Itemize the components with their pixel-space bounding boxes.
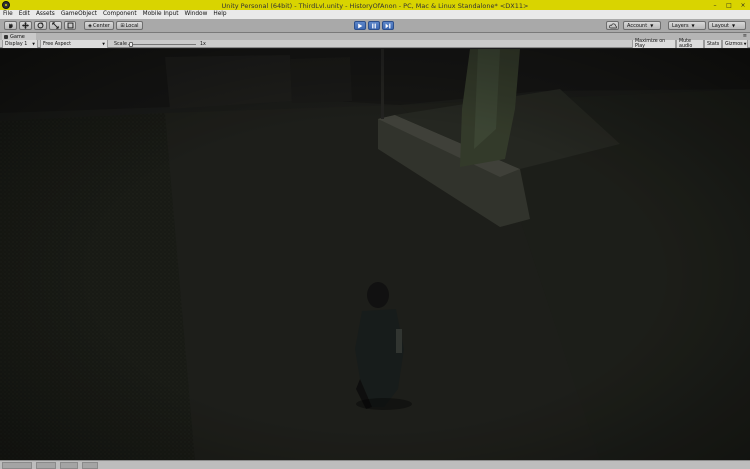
chevron-down-icon: ▼ xyxy=(102,42,105,46)
pivot-icon: ◈ xyxy=(88,22,92,29)
title-bar: Unity Personal (64bit) - ThirdLvl.unity … xyxy=(0,0,750,10)
pause-button[interactable] xyxy=(368,21,380,30)
menu-window[interactable]: Window xyxy=(181,10,210,19)
window-controls: – □ × xyxy=(708,0,750,10)
game-icon xyxy=(4,34,8,39)
cloud-icon xyxy=(608,23,617,28)
step-button[interactable] xyxy=(382,21,394,30)
maximize-button[interactable]: □ xyxy=(722,0,736,10)
gizmos-dropdown[interactable]: Gizmos ▼ xyxy=(722,40,748,48)
game-scene xyxy=(0,49,750,460)
mute-audio-toggle[interactable]: Mute audio xyxy=(676,39,704,49)
play-icon xyxy=(358,23,363,28)
rect-tool-button[interactable] xyxy=(64,21,76,30)
scale-label: Scale xyxy=(114,41,127,47)
pause-icon xyxy=(372,23,376,28)
menu-file[interactable]: File xyxy=(0,10,16,19)
aspect-label: Free Aspect xyxy=(43,41,71,47)
chevron-down-icon: ▼ xyxy=(691,23,695,28)
rotate-icon xyxy=(37,22,44,29)
tab-game[interactable]: Game xyxy=(2,33,36,40)
scale-slider-thumb[interactable] xyxy=(129,41,133,47)
space-toggle[interactable]: ⊞ Local xyxy=(116,21,143,30)
account-dropdown[interactable]: Account ▼ xyxy=(623,21,661,30)
layout-dropdown[interactable]: Layout ▼ xyxy=(708,21,746,30)
scale-value: 1x xyxy=(200,41,206,47)
main-toolbar: ◈ Center ⊞ Local Account ▼ Layers ▼ Layo… xyxy=(0,19,750,33)
scale-icon xyxy=(52,22,59,29)
window-title: Unity Personal (64bit) - ThirdLvl.unity … xyxy=(221,1,529,10)
scale-tool-button[interactable] xyxy=(49,21,62,30)
account-label: Account xyxy=(627,22,648,29)
display-label: Display 1 xyxy=(5,41,28,47)
menu-mobile-input[interactable]: Mobile Input xyxy=(140,10,182,19)
maximize-on-play-toggle[interactable]: Maximize on Play xyxy=(632,39,676,49)
pivot-label: Center xyxy=(93,22,110,29)
layers-label: Layers xyxy=(672,22,689,29)
status-bar xyxy=(0,460,750,469)
pivot-toggle[interactable]: ◈ Center xyxy=(84,21,114,30)
menu-component[interactable]: Component xyxy=(100,10,140,19)
menu-edit[interactable]: Edit xyxy=(16,10,33,19)
aspect-dropdown[interactable]: Free Aspect ▼ xyxy=(40,40,108,48)
status-segment xyxy=(36,462,56,469)
status-segment xyxy=(82,462,98,469)
tab-menu-icon[interactable]: ≡ xyxy=(743,33,747,39)
menu-help[interactable]: Help xyxy=(210,10,229,19)
chevron-down-icon: ▼ xyxy=(32,42,35,46)
chevron-down-icon: ▼ xyxy=(732,23,736,28)
status-segment xyxy=(60,462,78,469)
chevron-down-icon: ▼ xyxy=(743,42,747,46)
minimize-button[interactable]: – xyxy=(708,0,722,10)
stats-toggle[interactable]: Stats xyxy=(704,40,722,48)
gizmos-label: Gizmos xyxy=(725,41,743,47)
game-options-bar: Display 1 ▼ Free Aspect ▼ Scale 1x Maxim… xyxy=(0,39,750,49)
hand-tool-button[interactable] xyxy=(4,21,17,30)
layout-label: Layout xyxy=(712,22,729,29)
move-tool-button[interactable] xyxy=(19,21,32,30)
move-icon xyxy=(22,22,29,29)
chevron-down-icon: ▼ xyxy=(650,23,654,28)
rect-icon xyxy=(67,22,73,29)
tab-game-label: Game xyxy=(10,33,25,40)
close-button[interactable]: × xyxy=(736,0,750,10)
menu-bar: File Edit Assets GameObject Component Mo… xyxy=(0,10,750,19)
layers-dropdown[interactable]: Layers ▼ xyxy=(668,21,706,30)
game-viewport[interactable] xyxy=(0,49,750,460)
space-label: Local xyxy=(125,22,139,29)
scale-slider-track[interactable] xyxy=(128,43,196,45)
menu-gameobject[interactable]: GameObject xyxy=(58,10,100,19)
step-icon xyxy=(385,23,391,28)
local-icon: ⊞ xyxy=(120,22,125,29)
rotate-tool-button[interactable] xyxy=(34,21,47,30)
cloud-button[interactable] xyxy=(606,21,619,30)
display-dropdown[interactable]: Display 1 ▼ xyxy=(2,40,38,48)
menu-assets[interactable]: Assets xyxy=(33,10,58,19)
status-segment xyxy=(2,462,32,469)
play-button[interactable] xyxy=(354,21,366,30)
hand-icon xyxy=(9,23,13,29)
